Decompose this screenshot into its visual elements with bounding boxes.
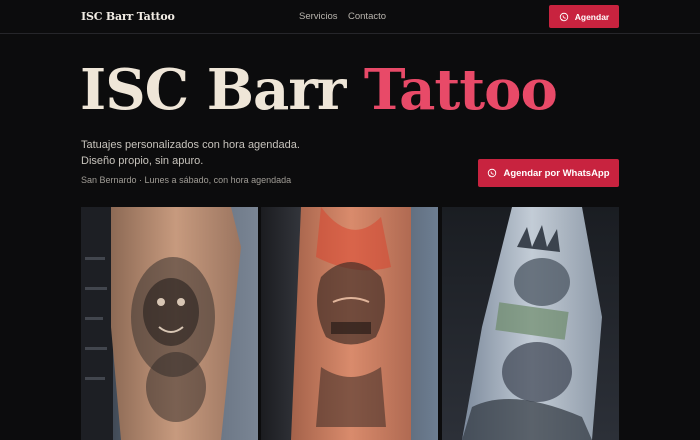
whatsapp-icon bbox=[488, 168, 497, 178]
hero-tagline: Tatuajes personalizados con hora agendad… bbox=[81, 137, 341, 169]
nav-link-servicios[interactable]: Servicios bbox=[299, 11, 338, 22]
agendar-button[interactable]: Agendar bbox=[549, 5, 619, 28]
tattoo-gallery bbox=[81, 207, 619, 440]
hero-title-main: ISC Barr bbox=[80, 57, 364, 123]
whatsapp-icon bbox=[559, 12, 568, 21]
site-logo[interactable]: ISC Barr Tattoo bbox=[81, 10, 175, 23]
hero-title-accent: Tattoo bbox=[363, 57, 558, 123]
tattoo-photo-forearm-samurai-mask[interactable] bbox=[261, 207, 438, 440]
tagline-line-1: Tatuajes personalizados con hora agendad… bbox=[81, 139, 300, 151]
tattoo-photo-forearm-lion[interactable] bbox=[81, 207, 258, 440]
nav-link-contacto[interactable]: Contacto bbox=[348, 11, 386, 22]
agendar-button-label: Agendar bbox=[574, 11, 610, 22]
agendar-whatsapp-button-label: Agendar por WhatsApp bbox=[503, 167, 610, 179]
tagline-line-2: Diseño propio, sin apuro. bbox=[81, 155, 204, 167]
top-navigation-bar: ISC Barr Tattoo Servicios Contacto Agend… bbox=[0, 0, 700, 34]
hero-title: ISC Barr Tattoo bbox=[80, 55, 558, 125]
tattoo-photo-arm-statue-of-liberty[interactable] bbox=[442, 207, 619, 440]
location-hours: San Bernardo · Lunes a sábado, con hora … bbox=[81, 175, 292, 185]
agendar-whatsapp-button[interactable]: Agendar por WhatsApp bbox=[478, 159, 619, 187]
